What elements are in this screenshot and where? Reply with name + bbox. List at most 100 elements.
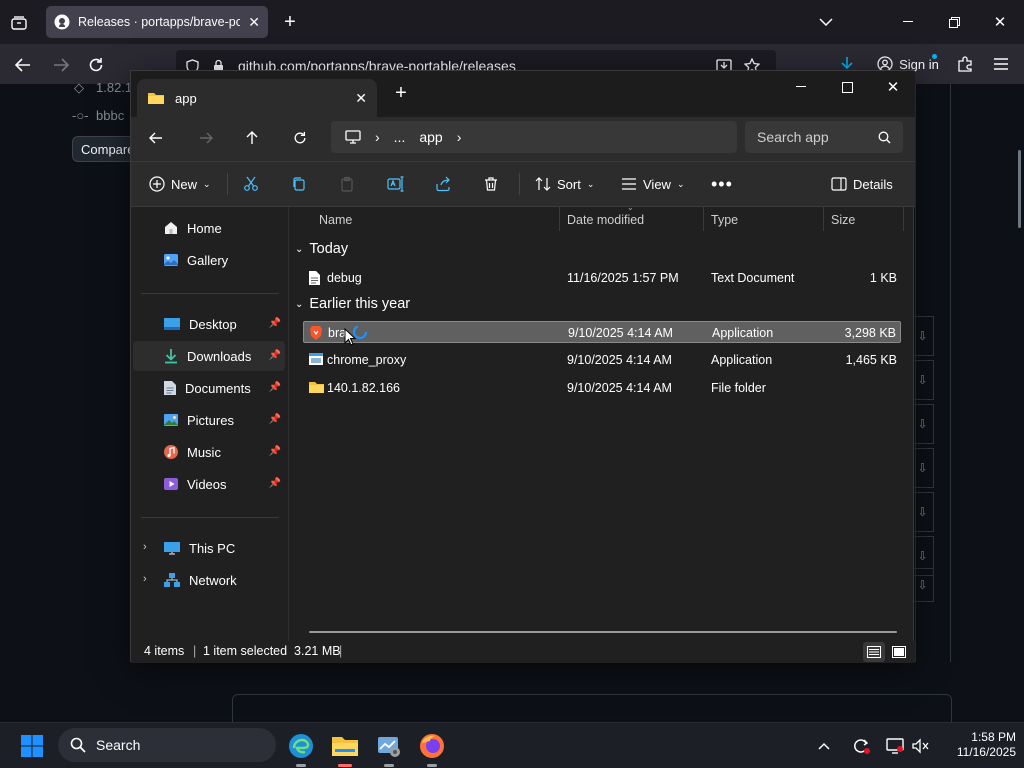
file-row-brave[interactable]: bra 9/10/2025 4:14 AM Application 3,298 … [303, 321, 901, 346]
sort-button[interactable]: Sort ⌄ [535, 162, 594, 206]
sort-label: Sort [557, 176, 581, 192]
pin-icon[interactable]: 📌 [269, 382, 281, 393]
asset-row[interactable]: ⇩ [912, 404, 934, 444]
pin-icon[interactable]: 📌 [269, 318, 281, 329]
asset-row[interactable]: ⇩ [912, 492, 934, 532]
taskbar-search-box[interactable]: Search [58, 728, 276, 762]
group-header-earlier-this-year[interactable]: ⌄ Earlier this year [295, 296, 410, 312]
more-options-icon[interactable]: ••• [711, 162, 733, 206]
close-tab-icon[interactable]: ✕ [248, 14, 260, 31]
details-view-icon[interactable] [863, 642, 885, 662]
sidebar-item-this-pc[interactable]: › This PC [133, 533, 285, 563]
sidebar-item-gallery[interactable]: Gallery [133, 245, 285, 275]
column-resize-handle[interactable] [823, 207, 824, 231]
sidebar-divider [141, 517, 279, 518]
refresh-icon[interactable] [289, 127, 311, 149]
file-explorer-app-icon[interactable] [327, 728, 363, 767]
back-arrow-icon[interactable] [145, 127, 167, 149]
asset-row[interactable]: ⇩ [912, 448, 934, 488]
asset-row[interactable]: ⇩ [912, 316, 934, 356]
close-tab-icon[interactable]: ✕ [355, 90, 367, 107]
details-pane-button[interactable]: Details [831, 162, 893, 206]
forward-arrow-icon[interactable] [195, 127, 217, 149]
volume-muted-icon[interactable] [908, 728, 934, 764]
horizontal-scrollbar[interactable] [309, 631, 897, 633]
system-clock[interactable]: 1:58 PM 11/16/2025 [936, 730, 1016, 760]
firefox-app-icon[interactable] [414, 728, 450, 767]
new-tab-icon[interactable]: + [391, 82, 411, 104]
paste-button[interactable] [339, 162, 355, 206]
reload-icon[interactable] [85, 54, 107, 76]
new-tab-icon[interactable]: + [280, 11, 300, 33]
pin-icon[interactable]: 📌 [269, 478, 281, 489]
tab-overflow-chevron-icon[interactable] [816, 12, 836, 32]
minimize-icon[interactable] [789, 77, 813, 97]
sidebar-item-network[interactable]: › Network [133, 565, 285, 595]
hamburger-menu-icon[interactable] [990, 53, 1012, 75]
column-header-date[interactable]: Date modified [567, 213, 644, 227]
cut-button[interactable] [243, 162, 259, 206]
item-count: 4 items [144, 644, 185, 658]
sidebar-item-videos[interactable]: Videos 📌 [133, 469, 285, 499]
breadcrumb-current[interactable]: app [419, 129, 442, 145]
chevron-right-icon[interactable]: › [143, 573, 147, 585]
file-row-chrome-proxy[interactable]: chrome_proxy 9/10/2025 4:14 AM Applicati… [303, 349, 901, 371]
sidebar-item-documents[interactable]: Documents 📌 [133, 373, 285, 403]
column-resize-handle[interactable] [903, 207, 904, 231]
start-button[interactable] [14, 728, 50, 764]
browser-restore-icon[interactable] [944, 12, 964, 32]
asset-row[interactable]: ⇩ [912, 360, 934, 400]
tab-list-icon[interactable] [8, 12, 30, 34]
column-header-name[interactable]: Name [319, 213, 352, 227]
chevron-right-icon[interactable]: › [143, 541, 147, 553]
copy-button[interactable] [291, 162, 307, 206]
tiles-view-icon[interactable] [889, 642, 909, 662]
display-icon[interactable] [882, 728, 908, 764]
browser-minimize-icon[interactable] [898, 12, 918, 32]
rename-button[interactable] [387, 162, 405, 206]
chevron-right-icon[interactable]: › [457, 129, 462, 145]
forward-arrow-icon[interactable] [50, 54, 72, 76]
new-button[interactable]: New ⌄ [149, 162, 211, 206]
column-resize-handle[interactable] [559, 207, 560, 231]
file-type: File folder [711, 381, 766, 395]
sidebar-item-music[interactable]: Music 📌 [133, 437, 285, 467]
sidebar-item-desktop[interactable]: Desktop 📌 [133, 309, 285, 339]
clipboard-icon [339, 176, 355, 192]
sidebar-item-pictures[interactable]: Pictures 📌 [133, 405, 285, 435]
explorer-tab[interactable]: app ✕ [137, 79, 377, 117]
column-header-type[interactable]: Type [711, 213, 738, 227]
view-button[interactable]: View ⌄ [621, 162, 685, 206]
asset-row[interactable]: ⇩ [912, 568, 934, 602]
browser-close-icon[interactable]: ✕ [990, 12, 1010, 32]
control-panel-app-icon[interactable] [371, 728, 407, 767]
pin-icon[interactable]: 📌 [269, 414, 281, 425]
share-button[interactable] [435, 162, 451, 206]
maximize-icon[interactable] [835, 77, 859, 97]
breadcrumb-overflow[interactable]: ... [394, 129, 406, 145]
group-header-today[interactable]: ⌄ Today [295, 241, 348, 257]
file-row-folder[interactable]: 140.1.82.166 9/10/2025 4:14 AM File fold… [303, 377, 901, 399]
column-header-size[interactable]: Size [831, 213, 855, 227]
delete-button[interactable] [483, 162, 499, 206]
sync-update-icon[interactable] [848, 728, 874, 764]
extensions-icon[interactable] [954, 53, 976, 75]
downloads-icon [163, 348, 179, 364]
tray-overflow-chevron-icon[interactable] [812, 728, 836, 764]
browser-tab-active[interactable]: Releases · portapps/brave-portable ✕ [46, 6, 268, 38]
pin-icon[interactable]: 📌 [269, 446, 281, 457]
back-arrow-icon[interactable] [12, 54, 34, 76]
sidebar-item-downloads[interactable]: Downloads 📌 [133, 341, 285, 371]
file-row-debug[interactable]: debug 11/16/2025 1:57 PM Text Document 1… [303, 267, 901, 289]
close-window-icon[interactable]: ✕ [881, 77, 905, 97]
page-scrollbar[interactable] [1018, 150, 1021, 228]
search-input[interactable]: Search app [745, 121, 903, 153]
commit-hash-text[interactable]: bbbc [96, 108, 124, 123]
column-resize-handle[interactable] [703, 207, 704, 231]
up-arrow-icon[interactable] [241, 127, 263, 149]
pin-icon[interactable]: 📌 [269, 350, 281, 361]
sidebar-item-home[interactable]: Home [133, 213, 285, 243]
edge-app-icon[interactable] [283, 728, 319, 767]
monitor-icon[interactable] [345, 130, 361, 144]
breadcrumb[interactable]: › ... app › [331, 121, 737, 153]
